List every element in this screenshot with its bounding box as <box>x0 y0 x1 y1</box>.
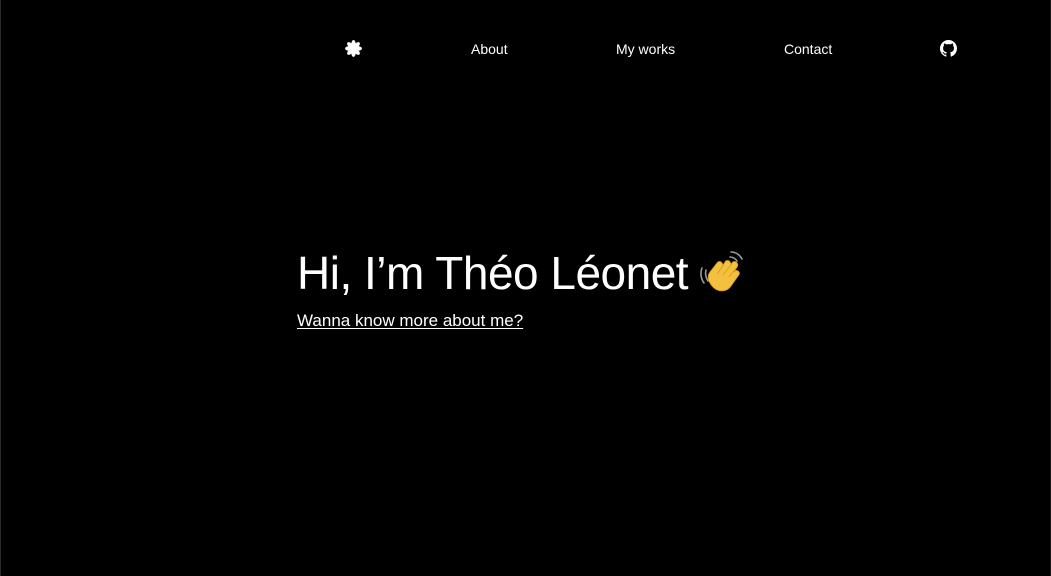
asterisk-flower-icon <box>345 40 362 57</box>
hero-section: Hi, I’m Théo Léonet Wanna know more abou… <box>297 244 748 332</box>
top-navigation: About My works Contact <box>0 0 1051 98</box>
nav-link-my-works[interactable]: My works <box>616 40 675 58</box>
github-link[interactable] <box>940 40 957 57</box>
about-me-link[interactable]: Wanna know more about me? <box>297 310 523 332</box>
nav-link-contact[interactable]: Contact <box>784 40 832 58</box>
nav-link-about[interactable]: About <box>471 40 508 58</box>
hero-title-text: Hi, I’m Théo Léonet <box>297 247 689 299</box>
waving-hand-icon <box>700 251 743 292</box>
home-logo-link[interactable] <box>344 39 363 58</box>
github-icon <box>940 40 957 57</box>
hero-title: Hi, I’m Théo Léonet <box>297 244 748 302</box>
